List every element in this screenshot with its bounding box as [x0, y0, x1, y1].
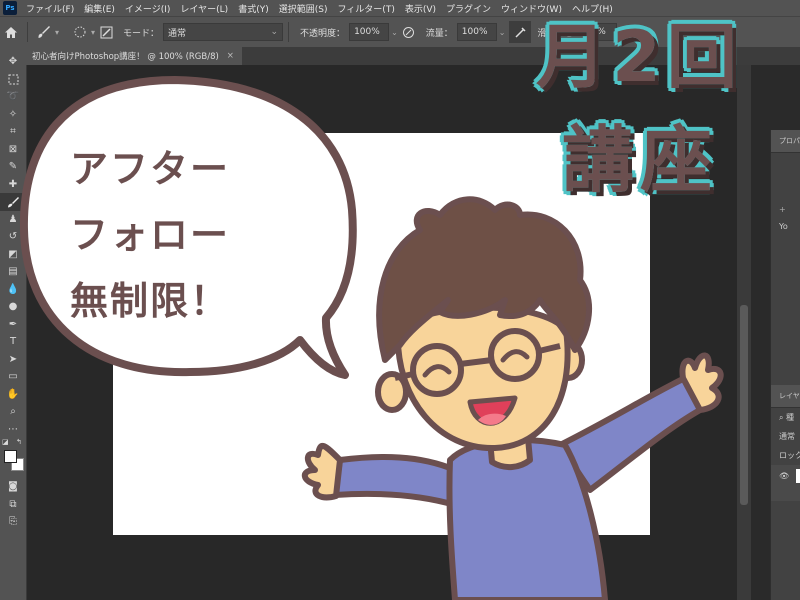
bubble-line-2: フォロー — [70, 213, 231, 257]
bubble-line-1: アフター — [70, 147, 231, 191]
badge-line-2: 講座 — [562, 118, 719, 202]
speech-bubble-text: アフター フォロー 無制限！ — [70, 136, 310, 334]
badge-line-1: 月2回 — [536, 16, 743, 98]
promo-badge: 月2回 講座 — [530, 4, 798, 214]
bubble-line-3: 無制限！ — [70, 279, 231, 323]
character-illustration — [301, 196, 724, 600]
